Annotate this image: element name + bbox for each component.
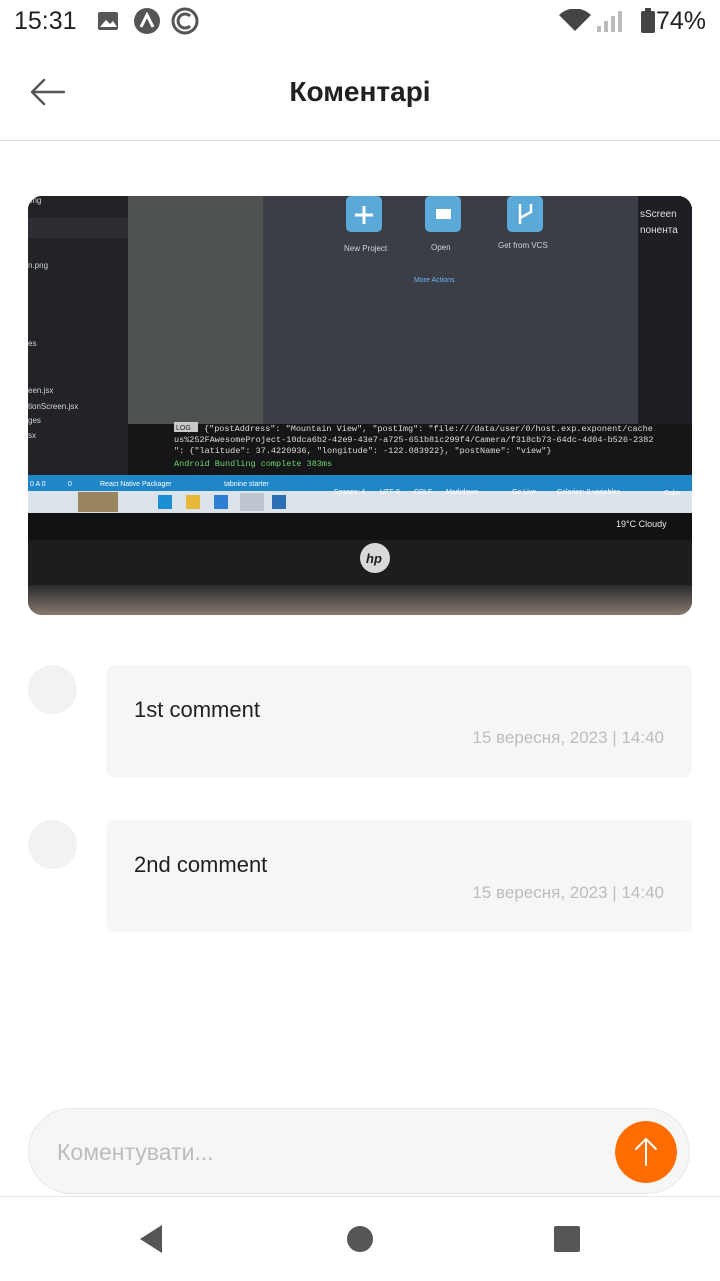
screen-left-file-0: png bbox=[28, 196, 41, 205]
screen-log-3: ": {"latitude": 37.4220936, "longitude":… bbox=[174, 446, 551, 456]
screen-sb-7: Markdown bbox=[446, 489, 478, 496]
screen-sb-0: 0 A 0 bbox=[30, 481, 46, 488]
battery-icon bbox=[641, 8, 655, 33]
screen-left-file-4: tionScreen.jsx bbox=[28, 402, 78, 411]
svg-text:LOG: LOG bbox=[176, 425, 191, 432]
screen-log-2: us%252FAwesomeProject-10dca6b2-42e9-43e7… bbox=[174, 435, 653, 445]
photo-icon: New Project Open Get from VCS More Actio… bbox=[28, 196, 692, 615]
screen-sb-2: React Native Packager bbox=[100, 481, 172, 488]
screen-sb-1: 0 bbox=[68, 481, 72, 488]
recents-square-icon[interactable] bbox=[549, 1221, 585, 1257]
screen-sb-9: Colorize: 0 variables bbox=[557, 489, 621, 496]
wifi-icon bbox=[559, 9, 591, 31]
avatar bbox=[28, 665, 77, 714]
comment-item: 1st comment 15 вересня, 2023 | 14:40 bbox=[28, 665, 692, 777]
screen-sb-10: Color bbox=[664, 490, 681, 497]
screen-sb-4: Spaces: 4 bbox=[334, 489, 365, 496]
screen-left-file-6: sx bbox=[28, 431, 36, 440]
app-a-icon bbox=[134, 8, 160, 34]
screen-log-4: Android Bundling complete 383ms bbox=[174, 459, 332, 469]
post-photo: New Project Open Get from VCS More Actio… bbox=[28, 196, 692, 615]
comment-text: 2nd comment bbox=[134, 852, 268, 877]
screen-left-file-5: ges bbox=[28, 416, 41, 425]
arrow-up-icon[interactable] bbox=[615, 1121, 677, 1183]
status-bar: 15:31 74% bbox=[0, 0, 720, 44]
comment-item: 2nd comment 15 вересня, 2023 | 14:40 bbox=[28, 820, 692, 932]
avatar bbox=[28, 820, 77, 869]
screen-get-from-vcs: Get from VCS bbox=[498, 241, 548, 250]
screen-brand: hp bbox=[366, 551, 382, 566]
screen-log-1: {"postAddress": "Mountain View", "postIm… bbox=[204, 424, 653, 434]
screen-more-actions: More Actions bbox=[414, 277, 455, 284]
back-triangle-icon[interactable] bbox=[134, 1221, 170, 1257]
comment-date: 15 вересня, 2023 | 14:40 bbox=[472, 728, 664, 747]
battery-percent: 74% bbox=[655, 7, 706, 35]
signal-icon bbox=[597, 11, 622, 32]
page-title: Коментарі bbox=[289, 76, 431, 107]
header: Коментарі bbox=[0, 44, 720, 141]
comment-bubble: 2nd comment 15 вересня, 2023 | 14:40 bbox=[106, 820, 692, 932]
screen-sb-3: tabnine starter bbox=[224, 481, 269, 488]
screen-weather: 19°C Cloudy bbox=[616, 519, 667, 529]
comment-text: 1st comment bbox=[134, 697, 260, 722]
screen-sb-8: Go Live bbox=[512, 489, 536, 496]
comment-bubble: 1st comment 15 вересня, 2023 | 14:40 bbox=[106, 665, 692, 777]
status-time: 15:31 bbox=[14, 7, 77, 35]
screen-left-file-1: n.png bbox=[28, 261, 48, 270]
home-circle-icon[interactable] bbox=[342, 1221, 378, 1257]
image-icon bbox=[98, 12, 118, 30]
screen-right-top: sScreen bbox=[640, 209, 677, 220]
screen-left-file-3: een.jsx bbox=[28, 386, 53, 395]
system-nav-bar bbox=[0, 1196, 720, 1281]
screen-new-project: New Project bbox=[344, 244, 388, 253]
screen-sb-6: CRLF bbox=[414, 489, 432, 496]
comment-date: 15 вересня, 2023 | 14:40 bbox=[472, 883, 664, 902]
screen-open: Open bbox=[431, 243, 451, 252]
screen-sb-5: UTF-8 bbox=[380, 489, 400, 496]
c-logo-icon bbox=[171, 7, 199, 35]
screen-right-top2: nонента bbox=[640, 225, 678, 236]
screen-left-file-2: es bbox=[28, 339, 36, 348]
comment-input[interactable] bbox=[55, 1131, 599, 1173]
comment-composer bbox=[28, 1108, 690, 1194]
